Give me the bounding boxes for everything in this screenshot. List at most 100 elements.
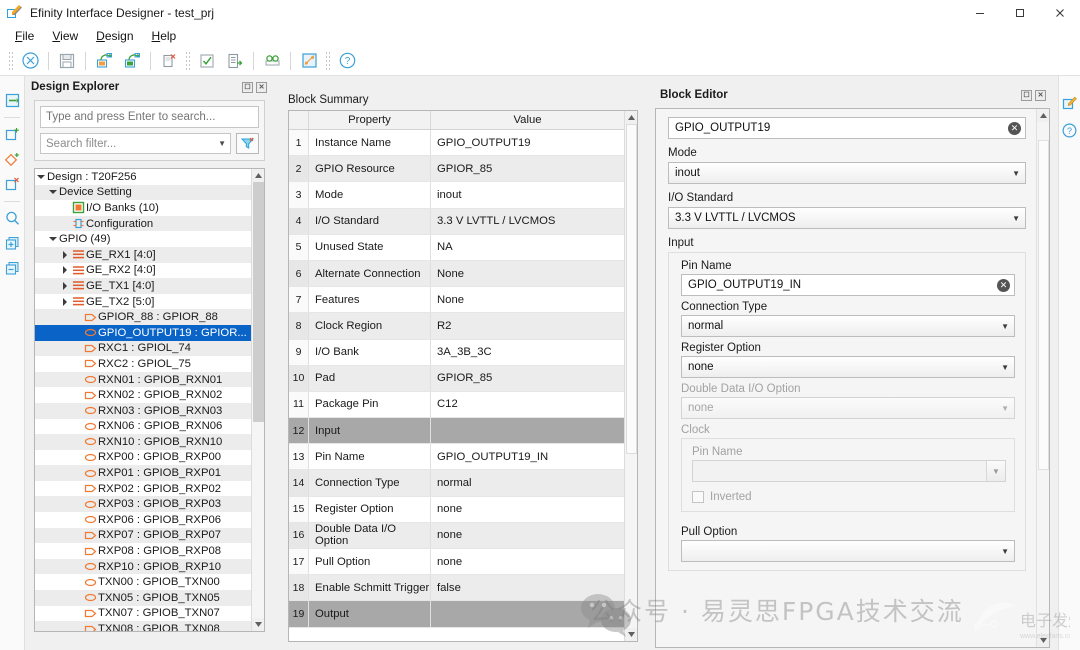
- tree-item-txn07[interactable]: TXN07 : GPIOB_TXN07: [35, 606, 251, 622]
- tree-item-i/o[interactable]: I/O Banks (10): [35, 200, 251, 216]
- float-panel-icon[interactable]: ☐: [1021, 90, 1032, 101]
- add-diamond-icon[interactable]: [1, 147, 23, 172]
- collapse-all-icon[interactable]: [1, 256, 23, 281]
- tree-item-gpior_88[interactable]: GPIOR_88 : GPIOR_88: [35, 309, 251, 325]
- instance-name-field[interactable]: GPIO_OUTPUT19 ✕: [668, 117, 1026, 139]
- tree-item-rxp02[interactable]: RXP02 : GPIOB_RXP02: [35, 481, 251, 497]
- scroll-down-icon[interactable]: [252, 618, 265, 631]
- summary-scrollbar[interactable]: [624, 111, 637, 641]
- table-row[interactable]: 2GPIO ResourceGPIOR_85: [289, 156, 624, 182]
- clear-icon[interactable]: ✕: [1008, 122, 1021, 135]
- tree-item-rxn01[interactable]: RXN01 : GPIOB_RXN01: [35, 372, 251, 388]
- editor-scrollbar[interactable]: [1036, 109, 1049, 647]
- import-icon[interactable]: [90, 48, 118, 74]
- create-block-icon[interactable]: [1, 88, 23, 113]
- tree-item-ge_rx2[interactable]: GE_RX2 [4:0]: [35, 263, 251, 279]
- tree-scroll-thumb[interactable]: [253, 182, 264, 422]
- io-standard-select[interactable]: 3.3 V LVTTL / LVCMOS ▼: [668, 207, 1026, 229]
- column-header-property[interactable]: Property: [309, 111, 431, 129]
- tree-item-txn08[interactable]: TXN08 : GPIOB_TXN08: [35, 621, 251, 631]
- tree-item-ge_tx1[interactable]: GE_TX1 [4:0]: [35, 278, 251, 294]
- twisty-collapsed-icon[interactable]: [59, 251, 71, 259]
- scroll-up-icon[interactable]: [1037, 109, 1050, 122]
- filter-icon[interactable]: [236, 133, 259, 154]
- tree-item-txn05[interactable]: TXN05 : GPIOB_TXN05: [35, 590, 251, 606]
- search-icon[interactable]: [1, 206, 23, 231]
- tree-item-rxn02[interactable]: RXN02 : GPIOB_RXN02: [35, 387, 251, 403]
- remove-block-icon[interactable]: [1, 172, 23, 197]
- close-button[interactable]: [1040, 0, 1080, 26]
- register-option-select[interactable]: none ▼: [681, 356, 1015, 378]
- menu-file[interactable]: File: [6, 27, 43, 45]
- ddio-select[interactable]: none ▼: [681, 397, 1015, 419]
- expand-all-icon[interactable]: [1, 231, 23, 256]
- table-row[interactable]: 1Instance NameGPIO_OUTPUT19: [289, 130, 624, 156]
- minimize-button[interactable]: [960, 0, 1000, 26]
- table-row[interactable]: 12Input: [289, 418, 624, 444]
- table-row[interactable]: 5Unused StateNA: [289, 235, 624, 261]
- table-row[interactable]: 13Pin NameGPIO_OUTPUT19_IN: [289, 444, 624, 470]
- scroll-up-icon[interactable]: [625, 111, 638, 124]
- search-filter-combo[interactable]: Search filter... ▼: [40, 133, 231, 154]
- tree-item-rxp01[interactable]: RXP01 : GPIOB_RXP01: [35, 465, 251, 481]
- scroll-down-icon[interactable]: [625, 628, 638, 641]
- summary-scroll-track[interactable]: [625, 124, 638, 628]
- maximize-button[interactable]: [1000, 0, 1040, 26]
- block-editor-icon[interactable]: [1059, 90, 1080, 117]
- tree-item-configuration[interactable]: Configuration: [35, 216, 251, 232]
- twisty-collapsed-icon[interactable]: [59, 282, 71, 290]
- inverted-checkbox[interactable]: [692, 491, 704, 503]
- twisty-expanded-icon[interactable]: [47, 190, 59, 194]
- tree-item-gpio_output19[interactable]: GPIO_OUTPUT19 : GPIOR...: [35, 325, 251, 341]
- toolbar-grip-3[interactable]: [325, 51, 331, 71]
- table-row[interactable]: 7FeaturesNone: [289, 287, 624, 313]
- scroll-down-icon[interactable]: [1037, 634, 1050, 647]
- chevron-down-icon[interactable]: ▼: [986, 461, 1005, 481]
- mode-select[interactable]: inout ▼: [668, 162, 1026, 184]
- tree-item-rxn10[interactable]: RXN10 : GPIOB_RXN10: [35, 434, 251, 450]
- tree-item-rxp08[interactable]: RXP08 : GPIOB_RXP08: [35, 543, 251, 559]
- export-icon[interactable]: [118, 48, 146, 74]
- delete-block-icon[interactable]: [155, 48, 183, 74]
- help-icon[interactable]: ?: [333, 48, 361, 74]
- tree-item-rxp03[interactable]: RXP03 : GPIOB_RXP03: [35, 496, 251, 512]
- table-row[interactable]: 16Double Data I/O Optionnone: [289, 523, 624, 549]
- twisty-collapsed-icon[interactable]: [59, 266, 71, 274]
- inverted-row[interactable]: Inverted: [692, 491, 1006, 503]
- table-row[interactable]: 18Enable Schmitt Triggerfalse: [289, 575, 624, 601]
- save-icon[interactable]: [53, 48, 81, 74]
- add-block-icon[interactable]: [1, 122, 23, 147]
- tree-item-design[interactable]: Design : T20F256: [35, 169, 251, 185]
- table-row[interactable]: 17Pull Optionnone: [289, 549, 624, 575]
- connection-type-select[interactable]: normal ▼: [681, 315, 1015, 337]
- tree-item-device[interactable]: Device Setting: [35, 185, 251, 201]
- tree-item-rxp07[interactable]: RXP07 : GPIOB_RXP07: [35, 528, 251, 544]
- summary-scroll-thumb[interactable]: [626, 124, 637, 454]
- twisty-expanded-icon[interactable]: [35, 175, 47, 179]
- clock-pin-name-select[interactable]: ▼: [692, 460, 1006, 482]
- tree-scrollbar[interactable]: [251, 169, 264, 631]
- twisty-collapsed-icon[interactable]: [59, 298, 71, 306]
- table-row[interactable]: 4I/O Standard3.3 V LVTTL / LVCMOS: [289, 209, 624, 235]
- tree-item-rxp00[interactable]: RXP00 : GPIOB_RXP00: [35, 450, 251, 466]
- editor-scroll-thumb[interactable]: [1038, 140, 1049, 470]
- toolbar-grip-2[interactable]: [185, 51, 191, 71]
- table-row[interactable]: 15Register Optionnone: [289, 497, 624, 523]
- search-input[interactable]: [40, 106, 259, 128]
- clear-icon[interactable]: ✕: [997, 279, 1010, 292]
- menu-view[interactable]: View: [43, 27, 87, 45]
- toolbar-grip[interactable]: [8, 51, 14, 71]
- editor-scroll-track[interactable]: [1037, 122, 1050, 634]
- table-row[interactable]: 8Clock RegionR2: [289, 313, 624, 339]
- floorplan-icon[interactable]: [295, 48, 323, 74]
- tree-item-ge_tx2[interactable]: GE_TX2 [5:0]: [35, 294, 251, 310]
- help-circle-icon[interactable]: ?: [1059, 117, 1080, 144]
- column-header-value[interactable]: Value: [431, 111, 624, 129]
- tree-item-rxc1[interactable]: RXC1 : GPIOL_74: [35, 341, 251, 357]
- close-panel-icon[interactable]: ✕: [1035, 90, 1046, 101]
- table-row[interactable]: 3Modeinout: [289, 182, 624, 208]
- table-row[interactable]: 6Alternate ConnectionNone: [289, 261, 624, 287]
- scroll-up-icon[interactable]: [252, 169, 265, 182]
- column-header-index[interactable]: [289, 111, 309, 129]
- block-summary-table[interactable]: Property Value 1Instance NameGPIO_OUTPUT…: [288, 110, 638, 642]
